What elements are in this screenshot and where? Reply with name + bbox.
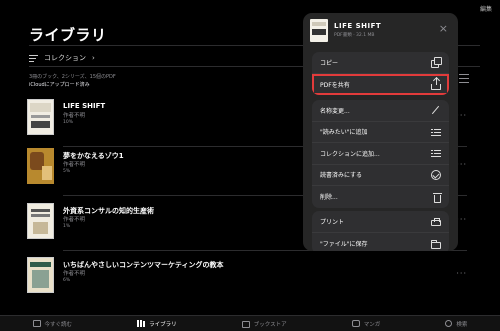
- pencil-icon: [431, 105, 441, 115]
- menu-item-label: "ファイル"に保存: [320, 240, 368, 248]
- list-add-icon: [431, 148, 441, 158]
- menu-item-label: プリント: [320, 218, 345, 226]
- printer-icon: [431, 218, 441, 227]
- page-title: ライブラリ: [29, 26, 107, 44]
- copy-icon: [431, 57, 442, 69]
- book-cover[interactable]: [27, 99, 54, 135]
- book-title: いちばんやさしいコンテンツマーケティングの教本: [63, 261, 224, 269]
- list-add-icon: [431, 127, 441, 137]
- share-icon: [431, 78, 441, 91]
- book-author: 作者不明: [63, 113, 86, 119]
- list-item[interactable]: いちばんやさしいコンテンツマーケティングの教本 作者不明 6% ···: [27, 257, 467, 305]
- tab-label: ライブラリ: [149, 321, 177, 328]
- book-cover[interactable]: [27, 203, 54, 239]
- folder-icon: [431, 239, 441, 249]
- chevron-right-icon: ›: [92, 54, 95, 62]
- close-icon[interactable]: ×: [439, 22, 448, 35]
- book-progress: 5%: [63, 169, 71, 174]
- book-progress: 10%: [63, 120, 74, 125]
- add-to-want-to-read-menu-item[interactable]: "読みたい"に追加: [312, 122, 449, 143]
- more-icon[interactable]: ···: [456, 269, 467, 278]
- menu-item-label: 削除...: [320, 194, 338, 202]
- save-to-files-menu-item[interactable]: "ファイル"に保存: [312, 233, 449, 252]
- book-cover[interactable]: [27, 257, 54, 293]
- menu-group: コピー PDFを共有: [312, 52, 449, 95]
- share-pdf-menu-item[interactable]: PDFを共有: [312, 73, 449, 95]
- book-title: LIFE SHIFT: [63, 102, 106, 110]
- menu-item-label: コピー: [320, 59, 339, 67]
- sort-icon[interactable]: [29, 54, 38, 62]
- list-view-icon[interactable]: [459, 74, 469, 83]
- menu-item-label: 読書済みにする: [320, 172, 363, 180]
- book-actions-popover: LIFE SHIFT PDF書類 · 32.1 MB × コピー PDFを共有 …: [303, 13, 458, 251]
- popover-book-meta: PDF書類 · 32.1 MB: [334, 33, 375, 38]
- bag-icon: [241, 321, 250, 328]
- mark-as-finished-menu-item[interactable]: 読書済みにする: [312, 165, 449, 186]
- tab-library[interactable]: ライブラリ: [137, 320, 177, 328]
- book-author: 作者不明: [63, 217, 86, 223]
- menu-group: 名称変更... "読みたい"に追加 コレクションに追加... 読書済みにする 削: [312, 100, 449, 208]
- library-icon: [137, 320, 146, 327]
- rename-menu-item[interactable]: 名称変更...: [312, 100, 449, 122]
- book-author: 作者不明: [63, 162, 86, 168]
- add-to-collection-menu-item[interactable]: コレクションに追加...: [312, 143, 449, 165]
- icloud-status: iCloudにアップロード済み: [29, 82, 90, 88]
- print-menu-item[interactable]: プリント: [312, 211, 449, 233]
- popover-book-title: LIFE SHIFT: [334, 22, 382, 30]
- tab-search[interactable]: 検索: [445, 320, 467, 328]
- book-progress: 1%: [63, 224, 71, 229]
- menu-item-label: PDFを共有: [320, 81, 350, 89]
- book-author: 作者不明: [63, 271, 86, 277]
- collections-button[interactable]: コレクション ›: [29, 53, 95, 63]
- book-cover[interactable]: [27, 148, 54, 184]
- popover-header: LIFE SHIFT PDF書類 · 32.1 MB ×: [303, 13, 458, 49]
- edit-button[interactable]: 編集: [480, 4, 492, 13]
- menu-group: プリント "ファイル"に保存: [312, 211, 449, 251]
- tab-bar: 今すぐ読む ライブラリ ブックストア マンガ 検索: [0, 315, 500, 331]
- collections-label: コレクション: [44, 54, 86, 62]
- tab-label: マンガ: [363, 321, 381, 328]
- menu-item-label: 名称変更...: [320, 107, 350, 115]
- copy-menu-item[interactable]: コピー: [312, 52, 449, 74]
- delete-menu-item[interactable]: 削除...: [312, 186, 449, 208]
- library-summary: 3冊のブック、2シリーズ、15個のPDF: [29, 74, 116, 80]
- book-open-icon: [32, 320, 41, 327]
- menu-item-label: "読みたい"に追加: [320, 129, 368, 137]
- manga-icon: [351, 320, 360, 327]
- checkmark-circle-icon: [431, 169, 441, 180]
- tab-label: 今すぐ読む: [44, 321, 73, 328]
- tab-label: ブックストア: [253, 321, 287, 328]
- tab-manga[interactable]: マンガ: [351, 320, 381, 328]
- menu-item-label: コレクションに追加...: [320, 150, 380, 158]
- trash-icon: [433, 192, 442, 203]
- search-icon: [445, 320, 453, 327]
- tab-bookstore[interactable]: ブックストア: [241, 320, 287, 328]
- book-progress: 6%: [63, 278, 71, 283]
- tab-label: 検索: [456, 321, 468, 328]
- book-thumbnail: [310, 19, 328, 42]
- tab-reading-now[interactable]: 今すぐ読む: [32, 320, 73, 328]
